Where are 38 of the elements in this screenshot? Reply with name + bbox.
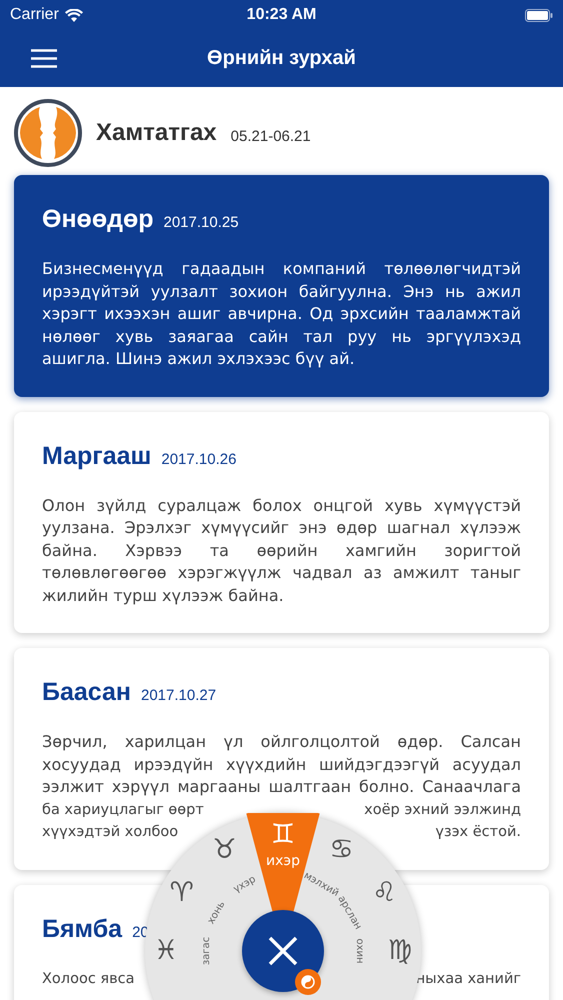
text-fragment: ба хариуцлагыг өөрт [42, 800, 204, 820]
day-title: Бямба [42, 914, 122, 944]
zodiac-symbol[interactable]: ♓ [154, 939, 178, 963]
forecast-text: Бизнесменүүд гадаадын компаний төлөөлөгчидтэй ирээдүйтэй уулзалт зохион байгуулна. Энэ нь ажил хэрэгт ихээхэн ашиг авчирна. Од эрхсийн тааламжтай нөлөөг хувь заяагаа сайн тал руу нь эргүүлэхэд ашигла. Шинэ ажил эхлэхээс бүү ай. [42, 258, 521, 370]
text-fragment: хүүхэдтэй холбоо [42, 823, 178, 842]
day-title: Өнөөдөр [42, 205, 154, 234]
day-title: Баасан [42, 678, 131, 707]
clock-time: 10:23 AM [246, 6, 316, 24]
day-date: 2017.10.26 [161, 450, 236, 468]
forecast-text: Олон зүйлд суралцаж болох онцгой хувь хүмүүстэй уулзана. Эрэлхэг хүмүүсийг энэ өдөр шагнал хүлээж байна. Хэрвээ та өөрийн хамгийн зоригтой төлөвлөгөөгөө хэрэгжүүлж чадвал аз амжилт таныг жилийн турш хүлээж байна. [42, 494, 521, 606]
zodiac-label[interactable]: охин [354, 938, 364, 964]
zodiac-symbol[interactable]: ♍ [388, 939, 412, 963]
sign-name: Хамтатгах [96, 119, 217, 147]
close-icon [268, 936, 298, 966]
sign-dates: 05.21-06.21 [230, 128, 311, 144]
forecast-text: Зөрчил, харилцан үл ойлголцолтой өдөр. Салсан хосуудад ирээдүйн хүүхдийн шийдэгдээгүй асуудал ээлжит хэрүүл маргааны шалтгаан болно. Санаачлага [42, 731, 521, 798]
wifi-icon [64, 8, 83, 22]
day-title: Маргааш [42, 442, 152, 470]
text-fragment: хоёр эхний ээлжинд [364, 800, 521, 820]
twins-icon [14, 99, 82, 167]
text-fragment: ныхаа ханийг [416, 970, 521, 988]
zodiac-label[interactable]: ихэр [266, 854, 300, 868]
forecast-card[interactable] [14, 412, 549, 633]
day-date: 2017.10.25 [164, 214, 239, 231]
zodiac-symbol[interactable]: ♋ [329, 838, 354, 862]
text-fragment: Холоос явса [42, 970, 135, 988]
text-fragment: үзэх ёстой. [435, 823, 521, 842]
menu-icon[interactable] [31, 49, 57, 68]
yin-yang-icon [301, 975, 315, 989]
carrier-label: Carrier [10, 6, 59, 24]
zodiac-symbol[interactable]: ♊ [270, 823, 296, 847]
zodiac-symbol[interactable]: ♉ [212, 838, 237, 862]
screen-title: Өрнийн зурхай [207, 47, 356, 70]
forecast-card[interactable] [14, 175, 549, 396]
day-date: 2017.10.27 [141, 687, 216, 704]
battery-icon [525, 8, 553, 22]
zodiac-label[interactable]: загас [202, 936, 212, 966]
forecast-card[interactable] [14, 648, 549, 870]
